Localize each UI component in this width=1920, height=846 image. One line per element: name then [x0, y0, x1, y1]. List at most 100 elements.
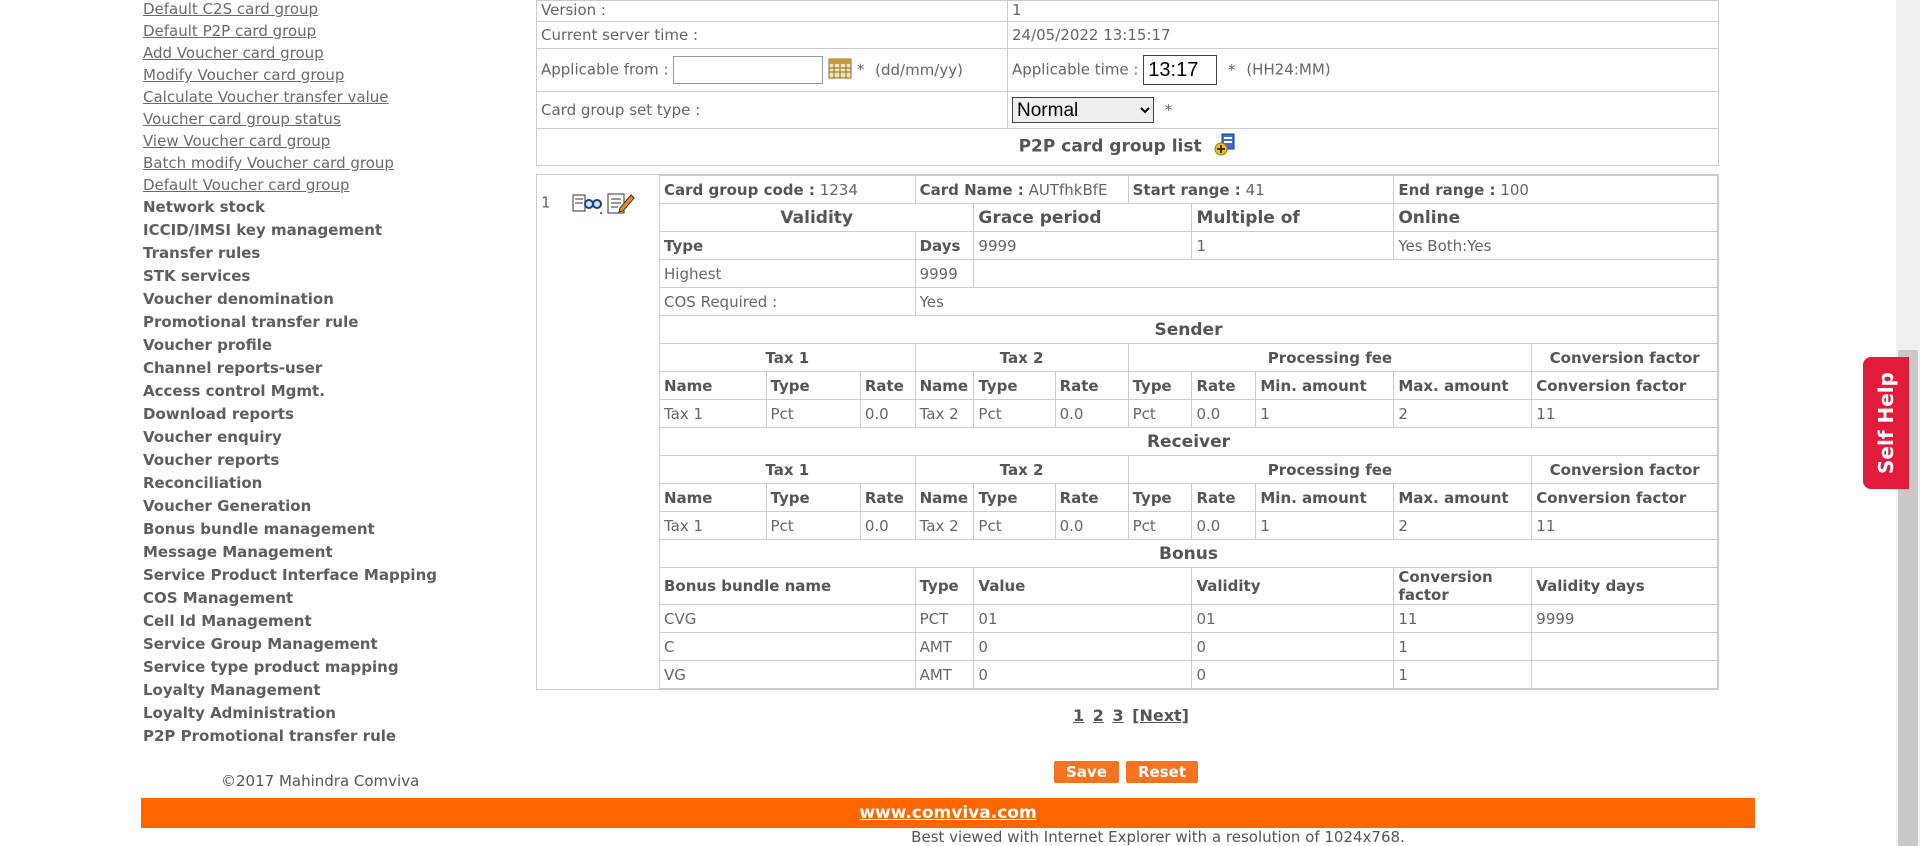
bonus-title: Bonus [659, 539, 1718, 568]
sidebar-link[interactable]: Modify Voucher card group [143, 64, 473, 86]
bonus-row: C AMT 0 0 1 [659, 632, 1718, 661]
sidebar-menu-item[interactable]: ICCID/IMSI key management [143, 219, 473, 242]
sidebar-link[interactable]: Calculate Voucher transfer value [143, 86, 473, 108]
sidebar-menu-item[interactable]: Voucher enquiry [143, 426, 473, 449]
cell: 0.0 [1191, 511, 1257, 540]
applicable-from-input[interactable] [673, 56, 824, 84]
reset-button[interactable]: Reset [1126, 761, 1198, 783]
col-conversion: Conversion factor [1531, 371, 1718, 400]
save-button[interactable]: Save [1054, 761, 1119, 783]
view-icon[interactable] [572, 191, 602, 215]
receiver-conversion-header: Conversion factor [1531, 455, 1718, 484]
applicable-time-input[interactable] [1143, 55, 1218, 85]
grace-value: 9999 [973, 231, 1193, 260]
sidebar-menu-item[interactable]: Promotional transfer rule [143, 311, 473, 334]
next-page-link[interactable]: [Next] [1132, 706, 1189, 725]
sidebar-menu-item[interactable]: Message Management [143, 541, 473, 564]
sidebar-menu-item[interactable]: Voucher profile [143, 334, 473, 357]
bonus-col-header: Validity days [1531, 567, 1718, 605]
multiple-header: Multiple of [1191, 203, 1395, 232]
sidebar-link[interactable]: Default P2P card group [143, 20, 473, 42]
sidebar-menu-item[interactable]: Reconciliation [143, 472, 473, 495]
col-type: Type [765, 483, 861, 512]
cell: Pct [973, 399, 1056, 428]
col-min-amount: Min. amount [1255, 371, 1395, 400]
cell: Pct [1127, 511, 1193, 540]
server-time-value: 24/05/2022 13:15:17 [1007, 21, 1719, 49]
cell [1531, 632, 1718, 661]
sidebar-menu-item[interactable]: Loyalty Administration [143, 702, 473, 725]
card-code-value: 1234 [819, 180, 858, 199]
end-range-cell: End range : 100 [1393, 175, 1718, 204]
sidebar-menu-item[interactable]: Voucher denomination [143, 288, 473, 311]
sidebar-menu-item[interactable]: Voucher Generation [143, 495, 473, 518]
col-type: Type [1127, 371, 1193, 400]
col-conversion: Conversion factor [1531, 483, 1718, 512]
add-card-group-icon[interactable] [1214, 133, 1236, 161]
sidebar-link[interactable]: Batch modify Voucher card group [143, 152, 473, 174]
sidebar-menu-item[interactable]: Loyalty Management [143, 679, 473, 702]
self-help-button[interactable]: Self Help [1863, 357, 1909, 489]
col-rate: Rate [1054, 483, 1129, 512]
cell: 0.0 [1054, 511, 1129, 540]
sidebar-link[interactable]: Default Voucher card group [143, 174, 473, 196]
bonus-col-header: Value [973, 567, 1193, 605]
sidebar-menu-item[interactable]: Download reports [143, 403, 473, 426]
bonus-col-header: Type [914, 567, 975, 605]
col-type: Type [1127, 483, 1193, 512]
sidebar-menu: Default C2S card group Default P2P card g… [143, 0, 473, 748]
sidebar-menu-item[interactable]: COS Management [143, 587, 473, 610]
sidebar-menu-item[interactable]: Service Group Management [143, 633, 473, 656]
card-name-label: Card Name : [919, 180, 1024, 199]
page-link[interactable]: 2 [1093, 706, 1104, 725]
sidebar-menu-item[interactable]: Service type product mapping [143, 656, 473, 679]
sidebar-menu-item[interactable]: Network stock [143, 196, 473, 219]
cell: AMT [914, 660, 975, 689]
sidebar-menu-item[interactable]: Channel reports-user [143, 357, 473, 380]
cell: AMT [914, 632, 975, 661]
cell: 1 [1255, 399, 1395, 428]
receiver-row: Tax 1 Pct 0.0 Tax 2 Pct 0.0 Pct 0.0 1 2 … [659, 511, 1718, 540]
card-detail-table: Card group code : 1234 Card Name : AUTfh… [658, 175, 1719, 689]
sidebar-link[interactable]: Default C2S card group [143, 0, 473, 20]
sidebar-menu-item[interactable]: Transfer rules [143, 242, 473, 265]
bonus-col-header: Bonus bundle name [659, 567, 916, 605]
validity-days-value: 9999 [914, 259, 975, 288]
sidebar-submenu-links: Default C2S card group Default P2P card g… [143, 0, 473, 196]
cell: Tax 2 [914, 511, 975, 540]
sidebar-menu-item[interactable]: Voucher reports [143, 449, 473, 472]
sidebar-menu-item[interactable]: STK services [143, 265, 473, 288]
list-title-cell: P2P card group list [536, 128, 1719, 166]
grace-header: Grace period [973, 203, 1193, 232]
cell: 9999 [1531, 604, 1718, 633]
col-rate: Rate [1191, 371, 1257, 400]
page-link[interactable]: 3 [1112, 706, 1123, 725]
online-value: Yes Both:Yes [1393, 231, 1718, 260]
col-name: Name [659, 483, 767, 512]
comviva-link[interactable]: www.comviva.com [859, 803, 1036, 823]
sidebar-menu-item[interactable]: P2P Promotional transfer rule [143, 725, 473, 748]
cell: C [659, 632, 916, 661]
cell: Tax 2 [914, 399, 975, 428]
edit-icon[interactable] [607, 191, 635, 215]
sidebar-link[interactable]: View Voucher card group [143, 130, 473, 152]
time-format-hint: (HH24:MM) [1246, 60, 1331, 79]
sidebar-menu-item[interactable]: Bonus bundle management [143, 518, 473, 541]
applicable-from-cell: Applicable from : * (dd/mm/yy) [536, 48, 1008, 92]
empty-cell [973, 259, 1718, 288]
page-link[interactable]: 1 [1073, 706, 1084, 725]
cell: 0.0 [1191, 399, 1257, 428]
sidebar-menu-item[interactable]: Access control Mgmt. [143, 380, 473, 403]
set-type-select[interactable]: Normal [1012, 97, 1154, 123]
validity-type-label: Type [659, 231, 916, 260]
col-name: Name [659, 371, 767, 400]
sidebar-menu-item[interactable]: Cell Id Management [143, 610, 473, 633]
sidebar-link[interactable]: Add Voucher card group [143, 42, 473, 64]
card-group-list: 1 Card group code : 1234 Card Name: AUT… [536, 174, 1719, 690]
copyright-text: ©2017 Mahindra Comviva [221, 772, 420, 790]
sidebar-link[interactable]: Voucher card group status [143, 108, 473, 130]
sidebar-menu-item[interactable]: Service Product Interface Mapping [143, 564, 473, 587]
validity-days-label: Days [914, 231, 975, 260]
start-range-value: 41 [1245, 180, 1265, 199]
calendar-icon[interactable] [828, 57, 852, 83]
